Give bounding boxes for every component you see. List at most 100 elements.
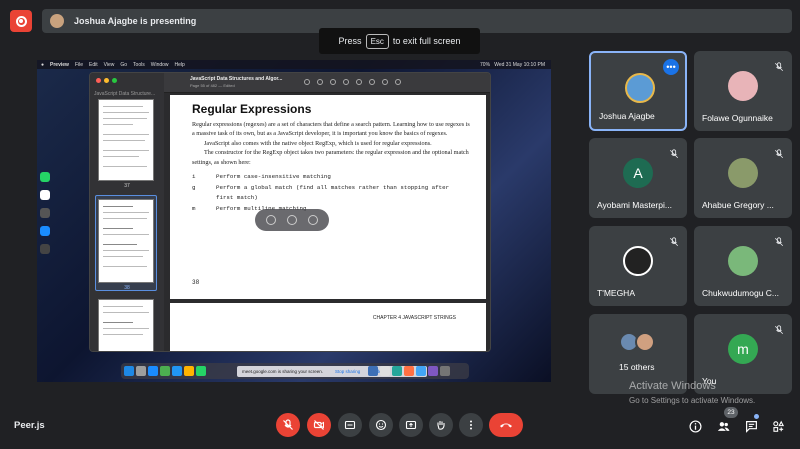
launchpad-icon: [136, 366, 146, 376]
highlight-icon[interactable]: [356, 79, 362, 85]
chrome-icon: [184, 366, 194, 376]
appstore-icon: [40, 226, 50, 236]
avatar-initial: A: [633, 165, 643, 181]
participant-tile[interactable]: ••• Joshua Ajagbe: [589, 51, 687, 131]
avatar: [623, 246, 653, 276]
vscode-icon: [368, 366, 378, 376]
menubar-clock: Wed 31 May 10:10 PM: [494, 61, 545, 68]
participant-tile[interactable]: T'MEGHA: [589, 226, 687, 306]
emoji-icon: [375, 419, 387, 431]
zoom-in-icon[interactable]: [317, 79, 323, 85]
more-vert-icon: [470, 420, 472, 430]
mic-off-icon: [283, 419, 293, 430]
more-options-button[interactable]: [459, 413, 483, 437]
menubar-status: 70% Wed 31 May 10:10 PM: [480, 62, 551, 68]
activities-button[interactable]: [768, 416, 788, 436]
reactions-button[interactable]: [369, 413, 393, 437]
avatar: [635, 332, 655, 352]
floating-meet-controls: [255, 209, 329, 231]
app-icon: [392, 366, 402, 376]
presenter-avatar: [50, 14, 64, 28]
preview-toolbar-icons: [304, 79, 401, 85]
minimize-icon[interactable]: [104, 78, 109, 83]
participant-name: Ahabue Gregory ...: [702, 200, 774, 210]
present-now-button[interactable]: [399, 413, 423, 437]
rotate-icon[interactable]: [369, 79, 375, 85]
close-icon[interactable]: [96, 78, 101, 83]
others-count: 15 others: [619, 362, 655, 372]
messages-icon: [160, 366, 170, 376]
menubar-edit: Edit: [89, 61, 98, 68]
hand-icon: [437, 421, 445, 430]
safari-icon: [148, 366, 158, 376]
flag-row: m Perform multiline matching: [192, 204, 470, 213]
participant-tile[interactable]: A Ayobami Masterpi...: [589, 138, 687, 218]
desktop-side-apps: [40, 172, 54, 262]
stop-sharing-button[interactable]: Stop sharing: [335, 369, 360, 374]
leave-call-button[interactable]: [489, 413, 523, 437]
info-icon[interactable]: [304, 79, 310, 85]
page-thumbnail[interactable]: [98, 99, 154, 181]
info-icon: [688, 419, 702, 433]
window-controls: [96, 78, 117, 83]
document-subtitle: Page 55 of 482 — Edited: [190, 83, 235, 88]
activate-windows-subtitle: Go to Settings to activate Windows.: [629, 396, 756, 405]
esc-key: Esc: [365, 33, 389, 49]
whatsapp-icon: [40, 172, 50, 182]
document-title: JavaScript Data Structures and Algor...: [190, 76, 283, 82]
chat-button[interactable]: [741, 416, 761, 436]
avatar: m: [728, 334, 758, 364]
camera-toggle-button[interactable]: [307, 413, 331, 437]
next-document-page: CHAPTER 4 JAVASCRIPT STRINGS: [170, 303, 486, 351]
whatsapp-dock-icon: [196, 366, 206, 376]
more-options-icon[interactable]: •••: [663, 59, 679, 75]
flag-row: g Perform a global match (find all match…: [192, 183, 470, 202]
participant-tile[interactable]: Ahabue Gregory ...: [694, 138, 792, 218]
mail-icon: [172, 366, 182, 376]
flag-row: i Perform case-insensitive matching: [192, 172, 470, 181]
menubar-window: Window: [150, 61, 169, 68]
calendar-icon: [40, 190, 50, 200]
mac-dock-right: [365, 363, 469, 379]
participant-tile[interactable]: Chukwudumogu C...: [694, 226, 792, 306]
menubar-go: Go: [120, 61, 128, 68]
page-thumbnail-selected[interactable]: [98, 199, 154, 283]
chat-notification-dot: [754, 414, 759, 419]
mic-off-icon: [669, 234, 679, 247]
captions-button[interactable]: [338, 413, 362, 437]
meeting-info-button[interactable]: [685, 416, 705, 436]
battery-level: 70%: [480, 61, 491, 68]
people-button[interactable]: [713, 416, 733, 436]
participant-name: Ayobami Masterpi...: [597, 200, 672, 210]
hint-after: to exit full screen: [392, 36, 461, 46]
zoom-out-icon[interactable]: [330, 79, 336, 85]
trash-icon: [440, 366, 450, 376]
activate-windows-title: Activate Windows: [629, 380, 716, 392]
avatar: [728, 158, 758, 188]
flag-desc: Perform a global match (find all matches…: [216, 184, 450, 201]
more-icon[interactable]: [307, 215, 318, 225]
finder-icon: [124, 366, 134, 376]
captions-icon: [344, 420, 356, 430]
recording-icon[interactable]: [10, 10, 32, 32]
document-page: Regular Expressions Regular expressions …: [170, 95, 486, 299]
mic-toggle-button[interactable]: [276, 413, 300, 437]
page-thumbnail[interactable]: [98, 299, 154, 351]
markup-icon[interactable]: [382, 79, 388, 85]
mute-icon[interactable]: [286, 215, 297, 225]
presenting-text: Joshua Ajagbe is presenting: [74, 16, 197, 26]
menubar-tools: Tools: [133, 61, 145, 68]
present-screen-icon: [405, 420, 417, 430]
thumbnail-page-number: 37: [124, 183, 130, 189]
avatar: A: [623, 158, 653, 188]
shared-screen: ● Preview File Edit View Go Tools Window…: [37, 60, 551, 382]
chapter-header: CHAPTER 4 JAVASCRIPT STRINGS: [372, 315, 456, 321]
participant-tile[interactable]: Folawe Ogunnaike: [694, 51, 792, 131]
pin-off-icon[interactable]: [266, 215, 277, 225]
search-icon[interactable]: [395, 79, 401, 85]
raise-hand-button[interactable]: [429, 413, 453, 437]
share-icon[interactable]: [343, 79, 349, 85]
participant-name: T'MEGHA: [597, 288, 635, 298]
participant-name: Folawe Ogunnaike: [702, 113, 773, 123]
zoom-icon[interactable]: [112, 78, 117, 83]
